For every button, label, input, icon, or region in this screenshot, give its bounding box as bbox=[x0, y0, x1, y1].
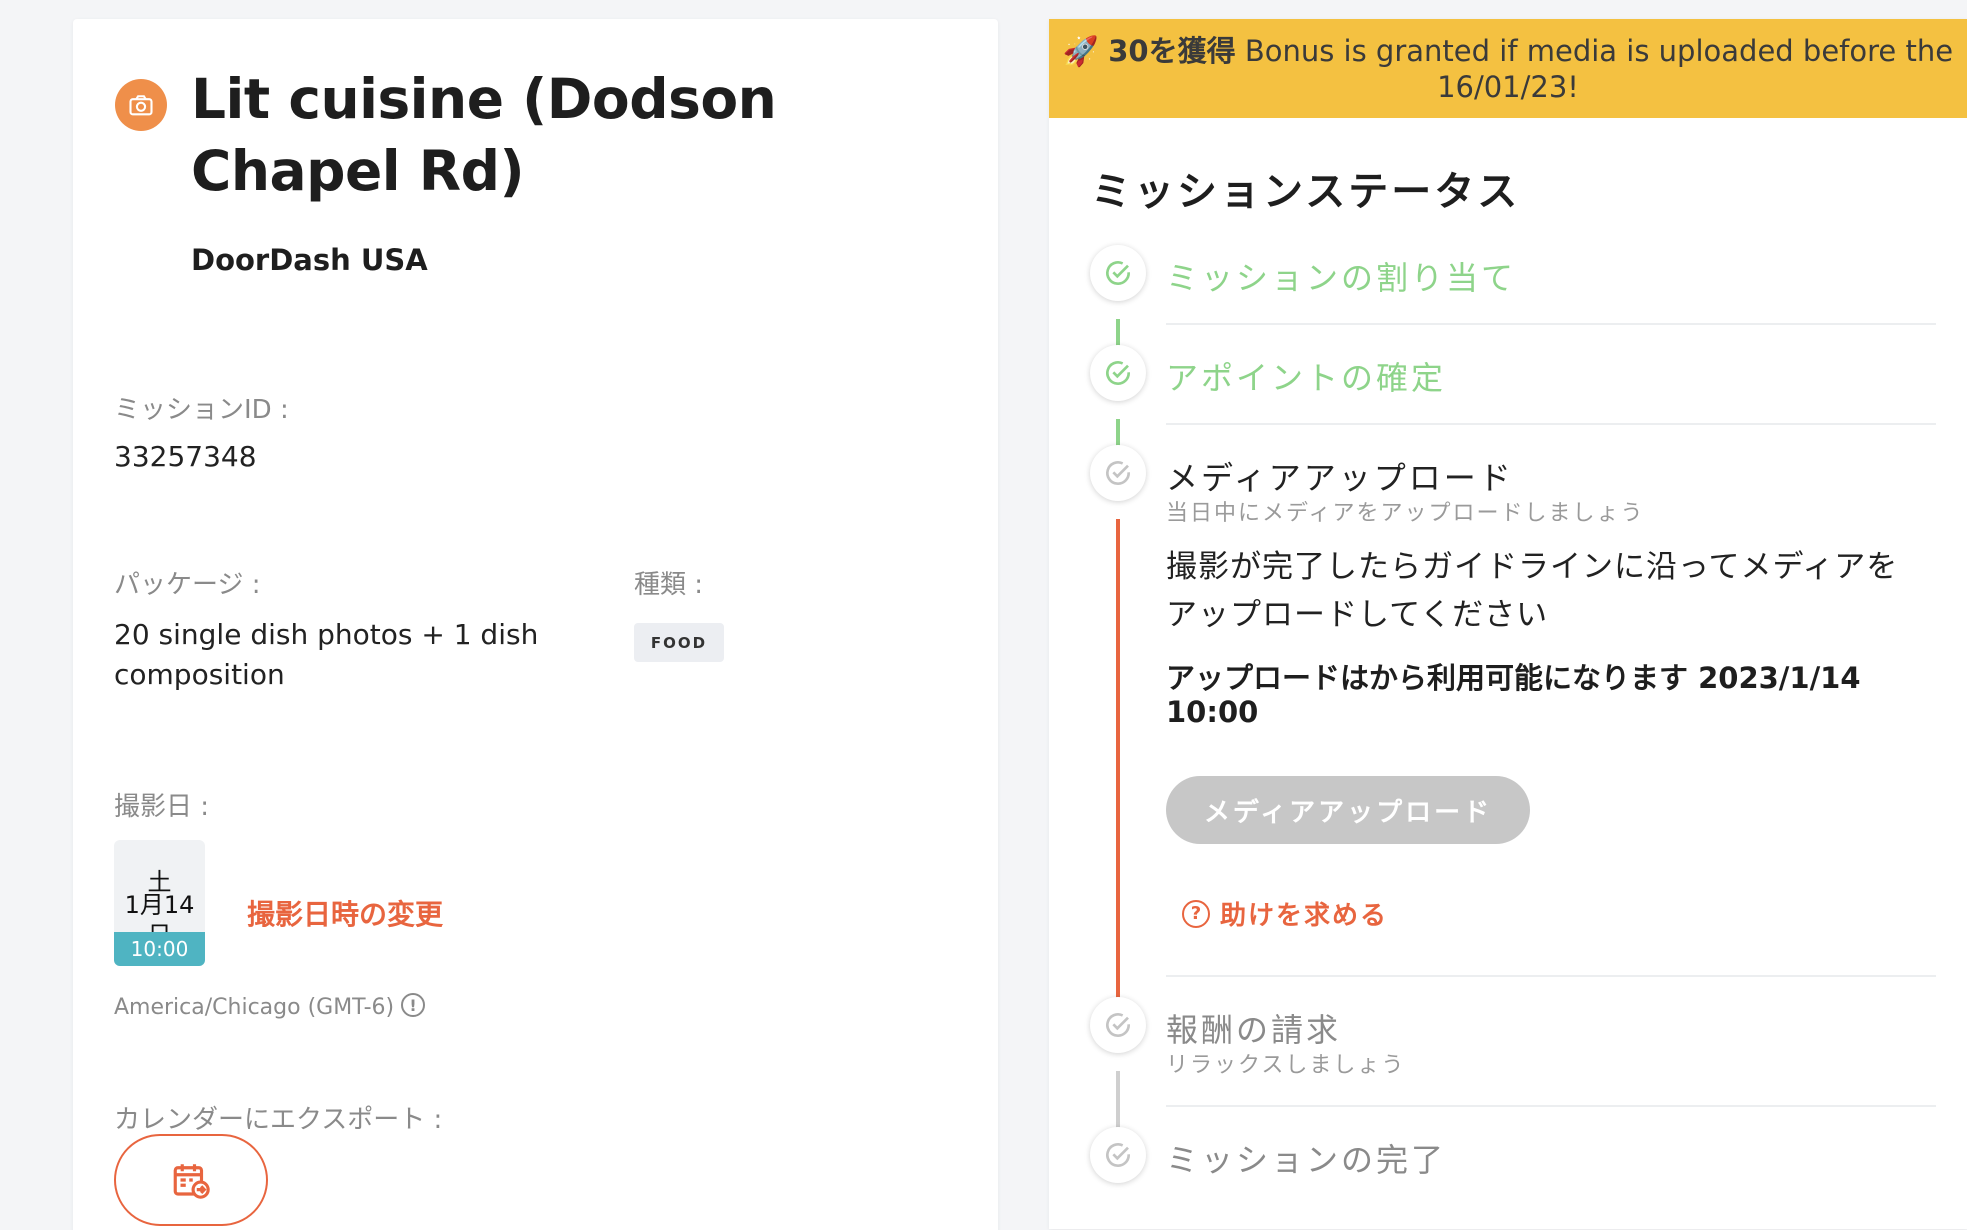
type-badge: FOOD bbox=[634, 623, 724, 662]
divider bbox=[1166, 423, 1936, 425]
step-done-icon bbox=[1090, 245, 1146, 301]
status-title: ミッションステータス bbox=[1091, 169, 1521, 215]
bonus-banner: 🚀 30を獲得 Bonus is granted if media is upl… bbox=[1049, 19, 1967, 118]
export-calendar-label: カレンダーにエクスポート : bbox=[114, 1105, 443, 1135]
bonus-text: Bonus is granted if media is uploaded be… bbox=[1244, 34, 1954, 104]
step-pending-icon bbox=[1090, 445, 1146, 501]
bonus-amount: 30を獲得 bbox=[1108, 34, 1236, 68]
help-link[interactable]: ? 助けを求める bbox=[1182, 895, 1388, 932]
export-calendar-button[interactable] bbox=[114, 1134, 268, 1226]
mission-detail-card: Lit cuisine (Dodson Chapel Rd) DoorDash … bbox=[73, 19, 998, 1230]
question-icon: ? bbox=[1182, 899, 1210, 928]
date-tile: 土 1月14日 10:00 bbox=[114, 840, 205, 966]
mission-id-label: ミッションID : bbox=[114, 395, 289, 425]
divider bbox=[1166, 323, 1936, 325]
step-connector bbox=[1116, 519, 1120, 1019]
step-label-payment: 報酬の請求 bbox=[1166, 1011, 1342, 1049]
mission-id-value: 33257348 bbox=[114, 440, 257, 473]
upload-description: 撮影が完了したらガイドラインに沿ってメディアをアップロードしてください bbox=[1166, 549, 1899, 633]
type-label: 種類 : bbox=[634, 570, 704, 600]
info-icon[interactable]: ! bbox=[401, 993, 425, 1017]
step-pending-icon bbox=[1090, 1127, 1146, 1183]
rocket-icon: 🚀 bbox=[1062, 34, 1100, 68]
help-label: 助けを求める bbox=[1220, 901, 1389, 931]
step-done-icon bbox=[1090, 345, 1146, 401]
step-label-appointment: アポイントの確定 bbox=[1166, 359, 1447, 397]
step-label-media-upload: メディアアップロード bbox=[1166, 459, 1514, 497]
step-sub-media-upload: 当日中にメディアをアップロードしましょう bbox=[1166, 501, 1645, 526]
step-pending-icon bbox=[1090, 997, 1146, 1053]
shoot-date-label: 撮影日 : bbox=[114, 792, 210, 822]
media-upload-button[interactable]: メディアアップロード bbox=[1166, 776, 1530, 844]
package-value: 20 single dish photos + 1 dish compositi… bbox=[114, 618, 539, 691]
upload-available-date: アップロードはから利用可能になります 2023/1/14 10:00 bbox=[1166, 661, 1861, 729]
date-time: 10:00 bbox=[114, 932, 205, 966]
divider bbox=[1166, 1105, 1936, 1107]
mission-title: Lit cuisine (Dodson Chapel Rd) bbox=[191, 67, 777, 203]
camera-icon bbox=[115, 79, 167, 131]
timezone: America/Chicago (GMT-6) bbox=[114, 995, 395, 1020]
mission-status-card: 🚀 30を獲得 Bonus is granted if media is upl… bbox=[1049, 19, 1967, 1229]
client-name: DoorDash USA bbox=[191, 243, 428, 277]
change-date-link[interactable]: 撮影日時の変更 bbox=[247, 893, 443, 933]
step-label-complete: ミッションの完了 bbox=[1166, 1141, 1447, 1179]
step-label-assign: ミッションの割り当て bbox=[1166, 259, 1517, 297]
calendar-export-icon bbox=[173, 1164, 210, 1199]
divider bbox=[1166, 975, 1936, 977]
step-sub-payment: リラックスしましょう bbox=[1166, 1053, 1406, 1078]
package-label: パッケージ : bbox=[114, 570, 261, 600]
